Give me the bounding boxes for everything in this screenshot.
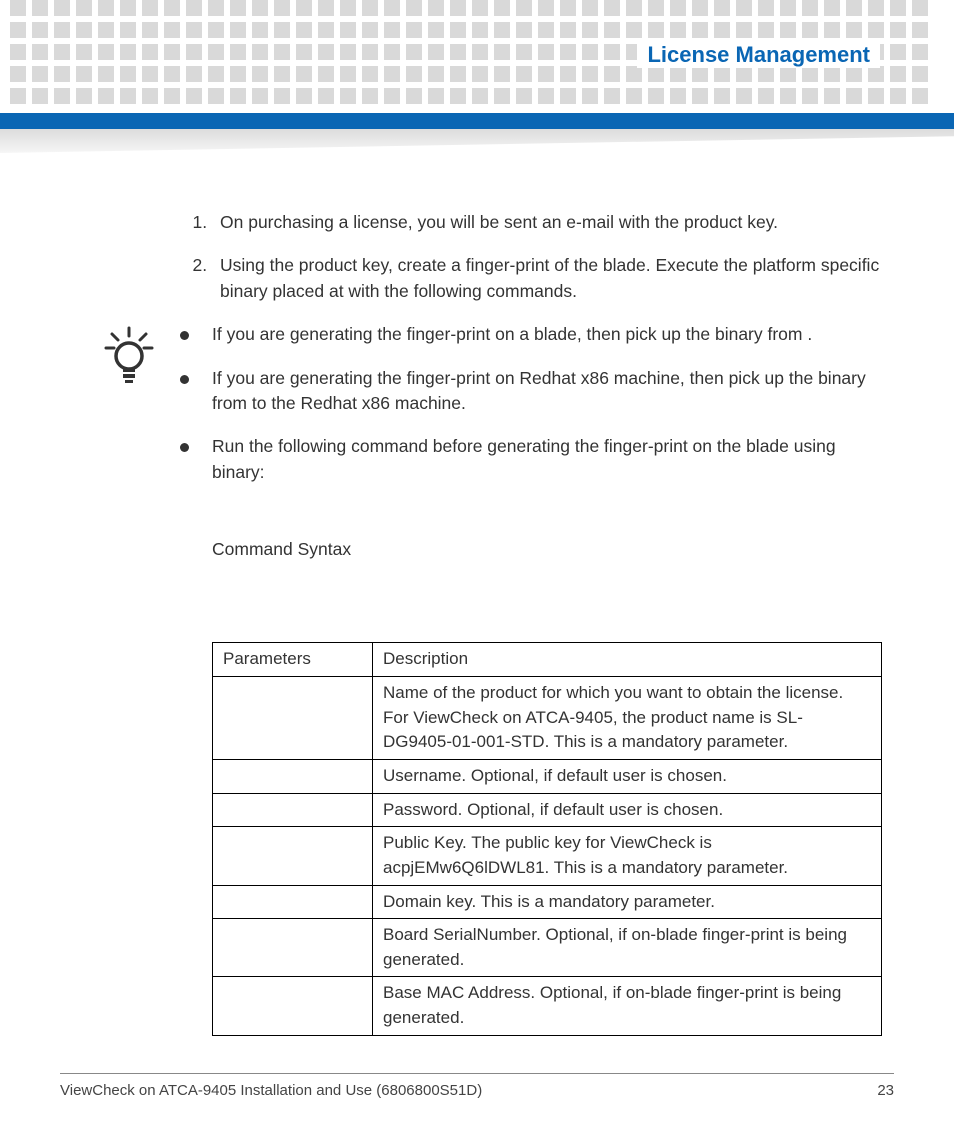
tip-list: If you are generating the finger-print o… bbox=[108, 322, 882, 485]
tip-item: If you are generating the finger-print o… bbox=[180, 322, 882, 347]
table-header-row: Parameters Description bbox=[213, 643, 882, 677]
col-parameters: Parameters bbox=[213, 643, 373, 677]
body-content: On purchasing a license, you will be sen… bbox=[108, 210, 882, 1036]
lightbulb-icon bbox=[102, 326, 156, 386]
table-row: Name of the product for which you want t… bbox=[213, 677, 882, 760]
page-title: License Management bbox=[637, 42, 880, 68]
step-2: Using the product key, create a finger-p… bbox=[212, 253, 882, 304]
numbered-steps: On purchasing a license, you will be sen… bbox=[108, 210, 882, 304]
table-row: Public Key. The public key for ViewCheck… bbox=[213, 827, 882, 885]
footer-page-number: 23 bbox=[877, 1082, 894, 1099]
table-row: Base MAC Address. Optional, if on-blade … bbox=[213, 977, 882, 1035]
table-row: Username. Optional, if default user is c… bbox=[213, 759, 882, 793]
tip-item: Run the following command before generat… bbox=[180, 434, 882, 485]
footer-doc-title: ViewCheck on ATCA-9405 Installation and … bbox=[60, 1082, 482, 1099]
tip-block: If you are generating the finger-print o… bbox=[108, 322, 882, 485]
tip-item: If you are generating the finger-print o… bbox=[180, 366, 882, 417]
table-row: Password. Optional, if default user is c… bbox=[213, 793, 882, 827]
table-row: Board SerialNumber. Optional, if on-blad… bbox=[213, 919, 882, 977]
command-syntax-label: Command Syntax bbox=[212, 537, 882, 562]
page-footer: ViewCheck on ATCA-9405 Installation and … bbox=[60, 1073, 894, 1099]
header-blue-bar bbox=[0, 113, 954, 129]
header-grey-gradient bbox=[0, 129, 954, 153]
col-description: Description bbox=[373, 643, 882, 677]
table-row: Domain key. This is a mandatory paramete… bbox=[213, 885, 882, 919]
step-1: On purchasing a license, you will be sen… bbox=[212, 210, 882, 235]
parameters-table: Parameters Description Name of the produ… bbox=[212, 642, 882, 1035]
command-syntax-section: Command Syntax bbox=[108, 537, 882, 562]
